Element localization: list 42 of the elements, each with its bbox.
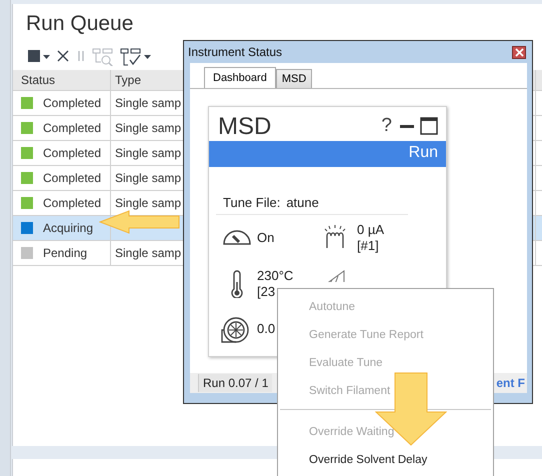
help-button[interactable]: ? — [379, 115, 394, 137]
type-text: Single samp — [115, 171, 182, 185]
checklist-button[interactable] — [120, 48, 151, 66]
status-text: Completed — [43, 196, 102, 210]
checklist-icon — [120, 48, 142, 66]
type-text: Single samp — [115, 146, 182, 160]
menu-item[interactable]: Override Solvent Delay — [278, 446, 493, 474]
tune-file-label: Tune File: — [223, 195, 280, 210]
column-header[interactable]: Status — [13, 70, 111, 90]
tree-search-icon — [92, 48, 114, 66]
type-text: Single samp — [115, 121, 182, 135]
close-button[interactable] — [512, 46, 526, 58]
maximize-button[interactable] — [420, 117, 438, 135]
arrow-left-icon — [99, 210, 181, 234]
status-text: Acquiring — [43, 221, 94, 235]
status-link[interactable]: ent F — [496, 376, 527, 390]
type-text: Single samp — [115, 246, 182, 260]
reading-text: On — [257, 230, 274, 246]
card-title: MSD — [218, 113, 272, 141]
reading-text: 0 µA — [357, 222, 384, 238]
status-text: Run 0.07 / 1 — [198, 374, 272, 392]
type-text: Single samp — [115, 196, 182, 210]
status-text: Pending — [43, 246, 88, 260]
maximize-icon — [420, 117, 438, 135]
reading-text: [#1] — [357, 238, 380, 254]
status-text: Completed — [43, 146, 102, 160]
panel-title: Run Queue — [25, 11, 134, 37]
minimize-button[interactable] — [400, 124, 414, 128]
type-text: Single samp — [115, 96, 182, 110]
status-text: Completed — [43, 96, 102, 110]
status-text: Completed — [43, 171, 102, 185]
run-state-bar: Run — [209, 141, 446, 167]
reading-text: 0.0 — [257, 321, 276, 337]
reading-text: [23 — [257, 284, 276, 300]
turbine-icon — [221, 315, 251, 343]
tab[interactable]: Dashboard — [204, 67, 276, 88]
tab[interactable]: MSD — [276, 69, 312, 88]
tune-file-value: atune — [286, 195, 319, 210]
status-text: Completed — [43, 121, 102, 135]
minimize-icon — [400, 124, 414, 128]
window-title: Instrument Status — [188, 45, 282, 59]
reading-text: 230°C — [257, 268, 294, 284]
